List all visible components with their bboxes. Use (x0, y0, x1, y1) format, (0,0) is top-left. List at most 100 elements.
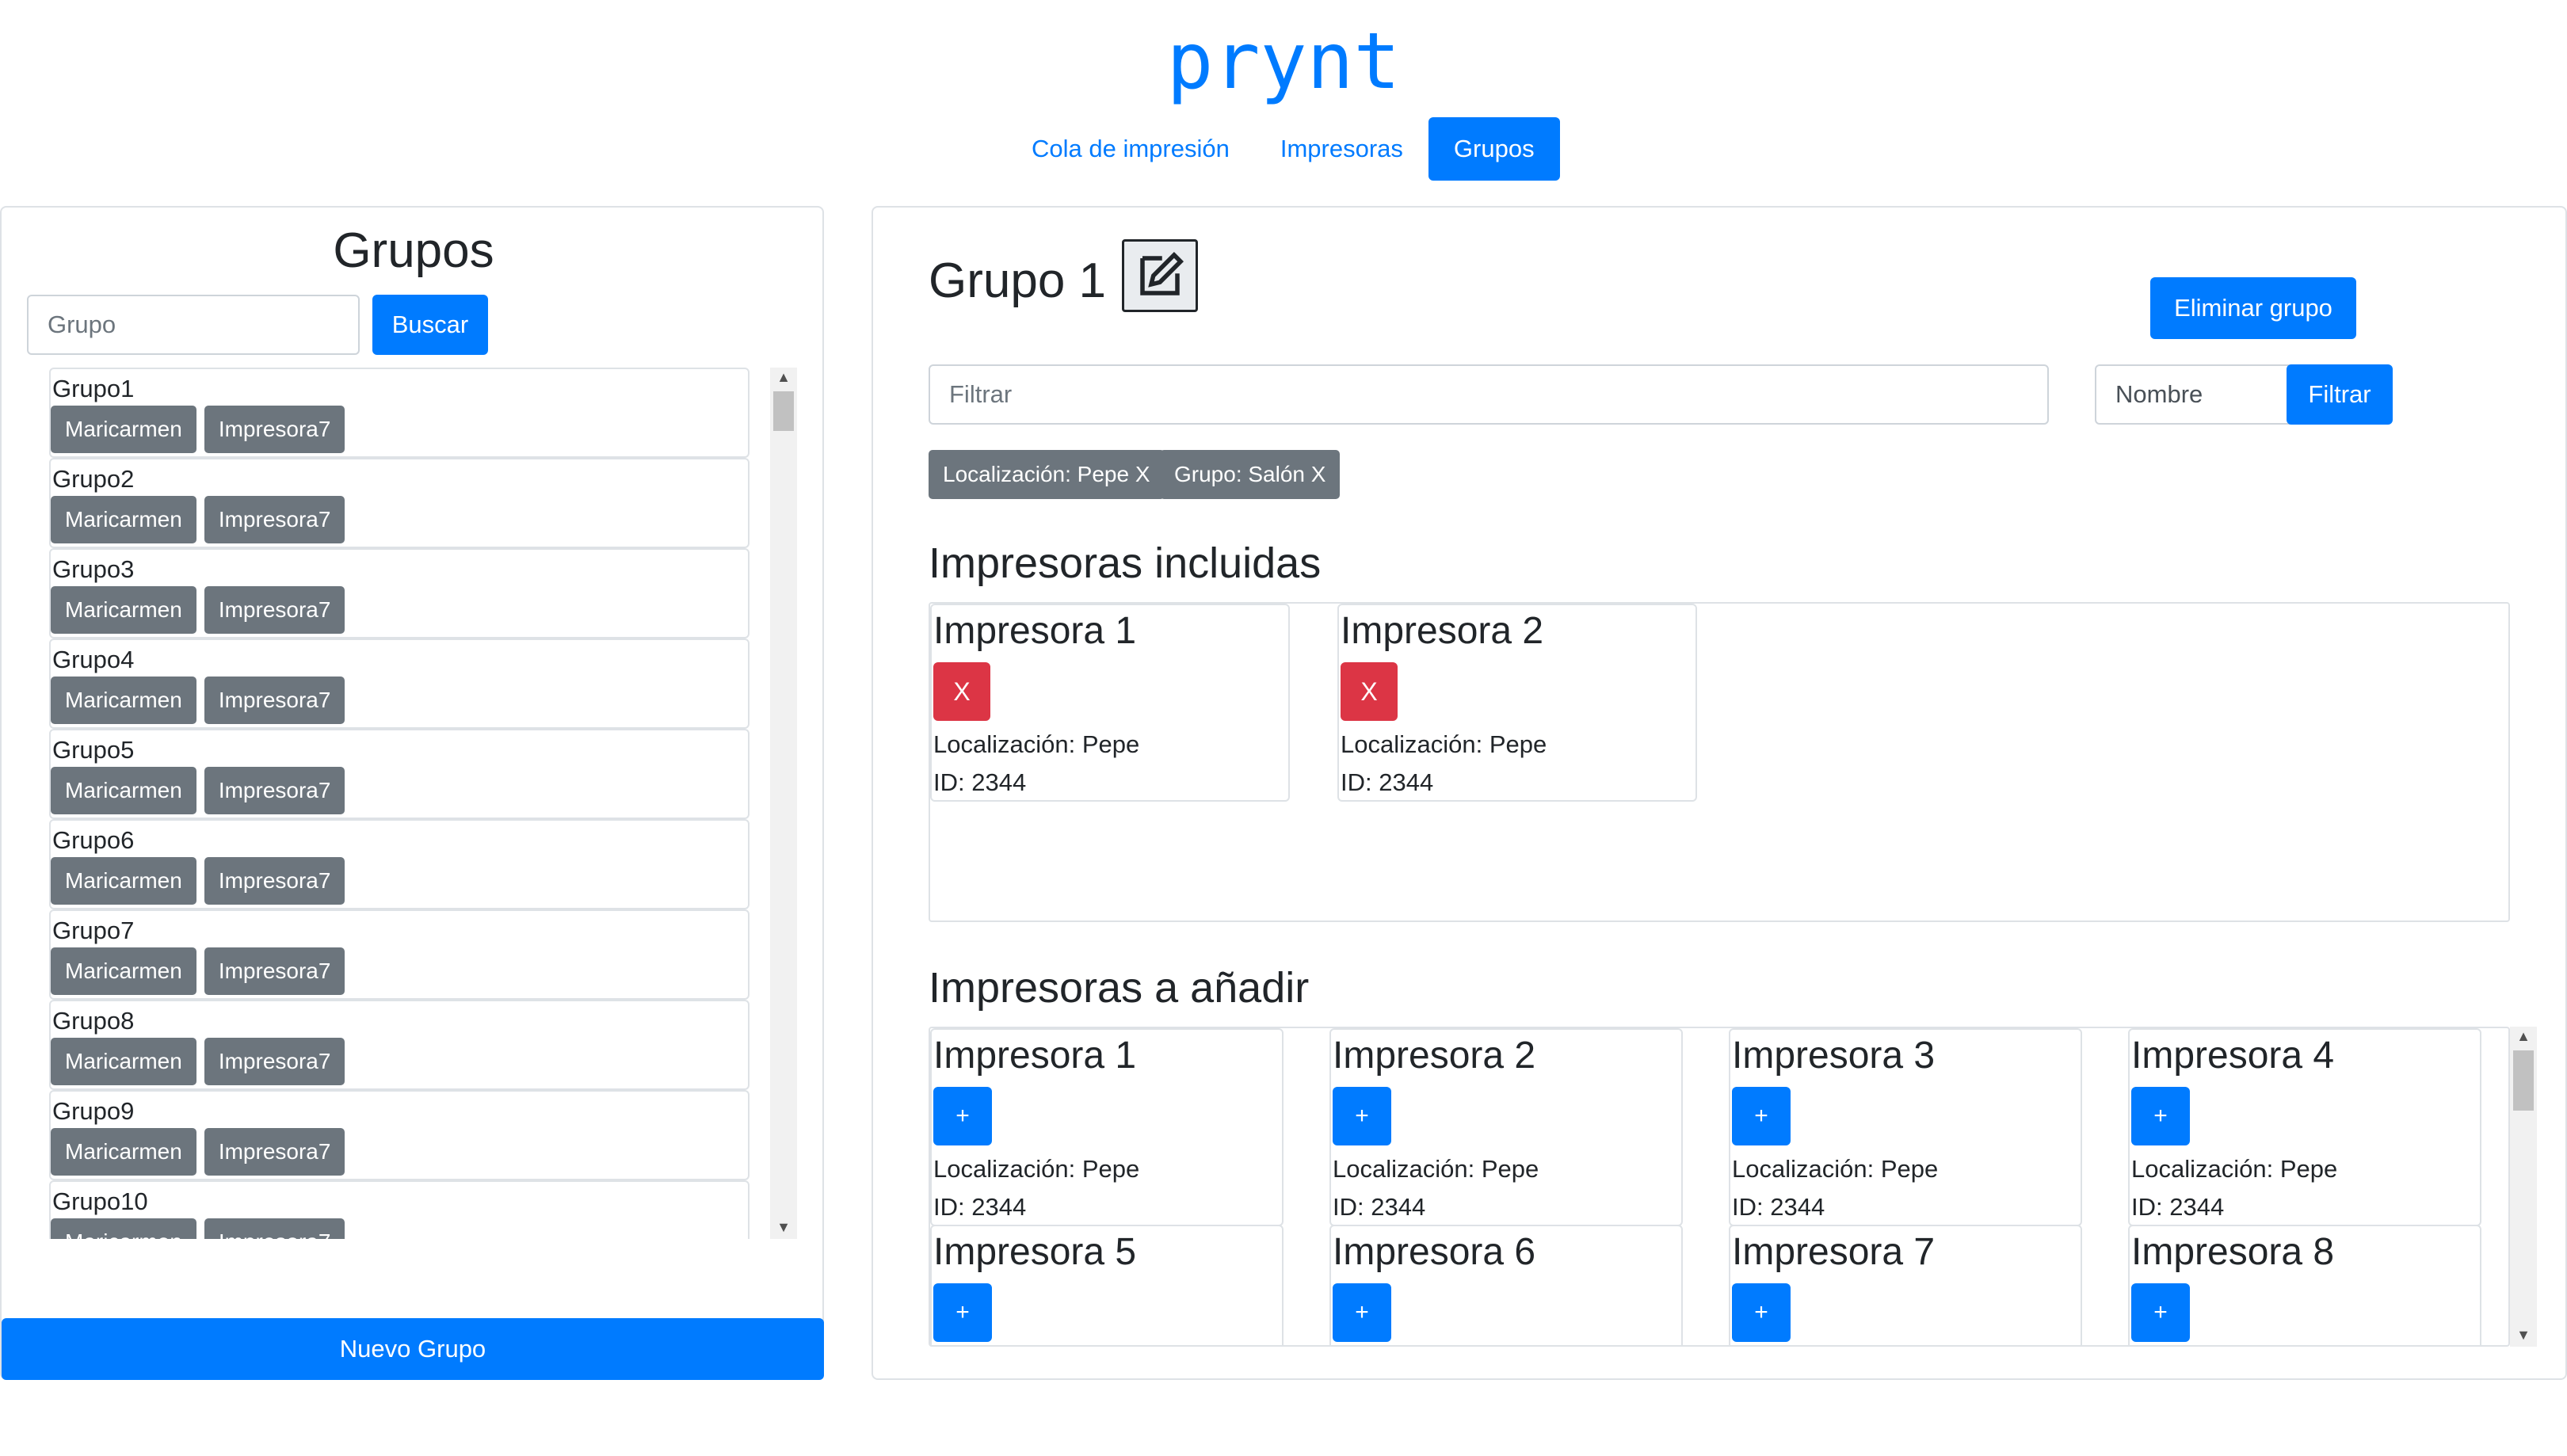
available-printer-card: Impresora 5 + (930, 1225, 1284, 1345)
group-tag: Maricarmen (51, 1218, 196, 1239)
scroll-down-icon[interactable]: ▼ (2512, 1327, 2535, 1344)
group-tag: Maricarmen (51, 1038, 196, 1085)
included-section-title: Impresoras incluidas (929, 539, 1322, 587)
groups-panel: Grupos Grupo Buscar Grupo1 Maricarmen Imp… (0, 206, 824, 1380)
remove-printer-button[interactable]: X (933, 662, 990, 721)
remove-printer-button[interactable]: X (1341, 662, 1398, 721)
add-printer-button[interactable]: + (2131, 1087, 2190, 1145)
group-name: Grupo5 (52, 736, 135, 764)
add-printer-button[interactable]: + (1732, 1283, 1791, 1342)
available-printer-card: Impresora 6 + (1329, 1225, 1683, 1345)
group-name: Grupo6 (52, 826, 135, 854)
new-group-button[interactable]: Nuevo Grupo (2, 1318, 824, 1380)
printer-id: ID: 2344 (2131, 1193, 2225, 1221)
edit-icon (1140, 251, 1184, 295)
scroll-up-icon[interactable]: ▲ (772, 369, 795, 386)
group-list-item[interactable]: Grupo7 Maricarmen Impresora7 (49, 909, 750, 1000)
group-list-item[interactable]: Grupo5 Maricarmen Impresora7 (49, 729, 750, 819)
delete-group-button[interactable]: Eliminar grupo (2150, 277, 2356, 339)
group-tag: Impresora7 (204, 947, 345, 995)
group-name: Grupo10 (52, 1187, 148, 1215)
printer-location: Localización: Pepe (1732, 1155, 1939, 1183)
printer-name: Impresora 3 (1732, 1035, 1936, 1077)
printer-location: Localización: Pepe (1341, 730, 1547, 758)
add-printer-button[interactable]: + (933, 1283, 992, 1342)
printers-to-add-box: Impresora 1 + Localización: Pepe ID: 234… (929, 1027, 2510, 1347)
available-printer-card: Impresora 2 + Localización: Pepe ID: 234… (1329, 1028, 1683, 1226)
group-tag: Maricarmen (51, 1128, 196, 1176)
filter-chip[interactable]: Localización: Pepe X (929, 450, 1165, 499)
group-name: Grupo3 (52, 555, 135, 583)
group-tag: Impresora7 (204, 1038, 345, 1085)
group-list-item[interactable]: Grupo2 Maricarmen Impresora7 (49, 458, 750, 548)
scroll-up-icon[interactable]: ▲ (2512, 1028, 2535, 1045)
group-name: Grupo1 (52, 375, 135, 402)
scroll-thumb[interactable] (773, 391, 794, 431)
group-tag: Maricarmen (51, 677, 196, 724)
available-printer-card: Impresora 4 + Localización: Pepe ID: 234… (2128, 1028, 2481, 1226)
to-add-section-title: Impresoras a añadir (929, 964, 1310, 1012)
group-tag: Maricarmen (51, 496, 196, 543)
group-list-item[interactable]: Grupo10 Maricarmen Impresora7 (49, 1180, 750, 1239)
printer-location: Localización: Pepe (933, 730, 1140, 758)
group-list-item[interactable]: Grupo4 Maricarmen Impresora7 (49, 638, 750, 729)
edit-group-button[interactable] (1122, 239, 1198, 312)
printer-name: Impresora 6 (1333, 1231, 1536, 1273)
scroll-thumb[interactable] (2513, 1050, 2534, 1111)
group-list-scrollbar[interactable]: ▲ ▼ (770, 368, 797, 1239)
group-tag: Impresora7 (204, 586, 345, 634)
filter-chip[interactable]: Grupo: Salón X (1160, 450, 1341, 499)
group-title: Grupo 1 (929, 253, 1107, 308)
group-search-input[interactable]: Grupo (27, 295, 360, 355)
group-name: Grupo4 (52, 646, 135, 673)
group-tag: Impresora7 (204, 1218, 345, 1239)
nav-cola-de-impresion[interactable]: Cola de impresión (1006, 117, 1255, 181)
printer-name: Impresora 2 (1333, 1035, 1536, 1077)
printer-id: ID: 2344 (933, 1193, 1027, 1221)
printer-id: ID: 2344 (933, 768, 1027, 796)
group-name: Grupo7 (52, 917, 135, 944)
printer-name: Impresora 4 (2131, 1035, 2335, 1077)
printer-name: Impresora 2 (1341, 610, 1544, 652)
group-name: Grupo9 (52, 1097, 135, 1125)
group-tag: Impresora7 (204, 406, 345, 453)
printer-location: Localización: Pepe (2131, 1155, 2338, 1183)
add-printer-button[interactable]: + (2131, 1283, 2190, 1342)
add-printer-button[interactable]: + (1732, 1087, 1791, 1145)
filter-input[interactable]: Filtrar (929, 364, 2049, 425)
printer-name: Impresora 8 (2131, 1231, 2335, 1273)
group-name: Grupo8 (52, 1007, 135, 1035)
group-tag: Impresora7 (204, 677, 345, 724)
group-list-item[interactable]: Grupo1 Maricarmen Impresora7 (49, 368, 750, 458)
printer-name: Impresora 5 (933, 1231, 1137, 1273)
printer-id: ID: 2344 (1333, 1193, 1426, 1221)
group-tag: Maricarmen (51, 767, 196, 814)
add-printer-button[interactable]: + (1333, 1087, 1391, 1145)
scroll-down-icon[interactable]: ▼ (772, 1219, 795, 1236)
sort-select-value: Nombre (2115, 380, 2203, 408)
group-tag: Impresora7 (204, 496, 345, 543)
group-tag: Maricarmen (51, 947, 196, 995)
main-nav: Cola de impresión Impresoras Grupos (1006, 117, 1560, 181)
nav-grupos[interactable]: Grupos (1428, 117, 1560, 181)
available-printer-card: Impresora 8 + (2128, 1225, 2481, 1345)
add-printer-button[interactable]: + (1333, 1283, 1391, 1342)
group-list-item[interactable]: Grupo3 Maricarmen Impresora7 (49, 548, 750, 638)
printer-location: Localización: Pepe (933, 1155, 1140, 1183)
available-printer-card: Impresora 7 + (1729, 1225, 2082, 1345)
nav-impresoras[interactable]: Impresoras (1255, 117, 1428, 181)
search-button[interactable]: Buscar (372, 295, 488, 355)
printer-id: ID: 2344 (1341, 768, 1434, 796)
printer-name: Impresora 1 (933, 1035, 1137, 1077)
group-tag: Impresora7 (204, 1128, 345, 1176)
filter-button[interactable]: Filtrar (2287, 364, 2393, 425)
groups-panel-title: Grupos (333, 223, 494, 278)
available-printer-card: Impresora 1 + Localización: Pepe ID: 234… (930, 1028, 1284, 1226)
add-printer-button[interactable]: + (933, 1087, 992, 1145)
group-list-item[interactable]: Grupo9 Maricarmen Impresora7 (49, 1090, 750, 1180)
group-list-item[interactable]: Grupo6 Maricarmen Impresora7 (49, 819, 750, 909)
printers-to-add-scrollbar[interactable]: ▲ ▼ (2510, 1027, 2537, 1347)
group-tag: Maricarmen (51, 857, 196, 905)
group-list-item[interactable]: Grupo8 Maricarmen Impresora7 (49, 1000, 750, 1090)
included-printer-card: Impresora 1 X Localización: Pepe ID: 234… (930, 604, 1290, 802)
